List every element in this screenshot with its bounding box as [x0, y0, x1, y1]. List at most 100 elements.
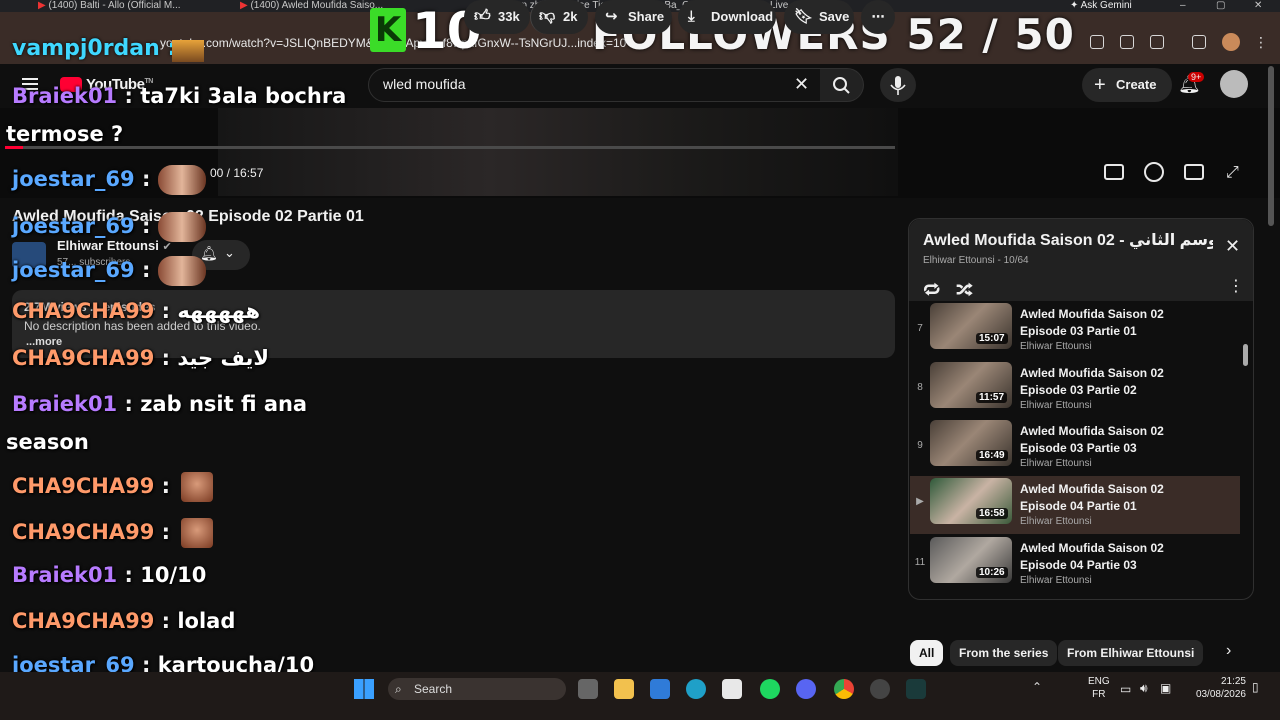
dislike-button[interactable]: 👎︎ 2k: [530, 0, 588, 34]
profile-avatar[interactable]: [1222, 33, 1240, 51]
playlist-item-current[interactable]: ▶ 16:58 Awled Moufida Saison 02 Episode …: [910, 476, 1240, 534]
search-query: wled moufida: [383, 76, 466, 92]
like-button[interactable]: 👍︎ 33k: [464, 0, 530, 34]
close-window-button[interactable]: ✕: [1254, 0, 1264, 12]
ask-gemini-button[interactable]: ✦ Ask Gemini: [1070, 0, 1150, 12]
chat-username: Braiek01: [12, 84, 118, 108]
bookmark-icon: 🔖︎: [794, 8, 814, 25]
chat-username: Braiek01: [12, 563, 118, 587]
mail-icon[interactable]: [650, 679, 670, 699]
playlist-item-channel: Elhiwar Ettounsi: [1020, 516, 1092, 527]
chat-text: لايف جيد: [177, 346, 270, 370]
chat-text: season: [6, 430, 89, 454]
playlist-item-channel: Elhiwar Ettounsi: [1020, 458, 1092, 469]
close-playlist-icon[interactable]: ✕: [1225, 236, 1240, 257]
language-indicator[interactable]: ENG FR: [1088, 675, 1110, 701]
playlist-item-index: 8: [917, 382, 923, 393]
kick-logo-icon: K: [370, 8, 406, 52]
shuffle-icon[interactable]: 🔀︎: [956, 276, 973, 302]
chat-message: Braiek01 : zab nsit fi ana: [12, 392, 308, 416]
tray-chevron-up-icon[interactable]: ⌃: [1032, 680, 1042, 694]
chip-from-channel[interactable]: From Elhiwar Ettounsi: [1058, 640, 1204, 666]
playlist-item[interactable]: 8 11:57 Awled Moufida Saison 02 Episode …: [910, 362, 1240, 420]
file-explorer-icon[interactable]: [614, 679, 634, 699]
more-horizontal-icon: ⋯: [871, 9, 885, 24]
playlist-menu-icon[interactable]: ⋮: [1228, 276, 1244, 296]
fullscreen-icon[interactable]: ⤢: [1226, 164, 1239, 182]
playlist-item[interactable]: 7 15:07 Awled Moufida Saison 02 Episode …: [910, 303, 1240, 361]
more-actions-button[interactable]: ⋯: [861, 0, 895, 34]
chat-emote-icon: [157, 165, 206, 195]
loop-icon[interactable]: 🔁︎: [923, 276, 940, 302]
streamer-name: vampj0rdan :: [12, 36, 177, 61]
clock[interactable]: 21:25 03/08/2026: [1190, 675, 1246, 701]
playlist-item[interactable]: 11 10:26 Awled Moufida Saison 02 Episode…: [910, 537, 1240, 595]
chat-text: هههههه: [177, 299, 261, 323]
minimize-button[interactable]: –: [1180, 0, 1190, 12]
reading-list-icon[interactable]: [1192, 35, 1206, 49]
playlist-scrollbar[interactable]: [1243, 344, 1248, 366]
chrome-menu-icon[interactable]: ⋮: [1254, 34, 1268, 51]
progress-bar[interactable]: [5, 146, 895, 149]
extension-icon[interactable]: [1120, 35, 1134, 49]
search-button[interactable]: [820, 68, 864, 102]
maximize-button[interactable]: ▢: [1216, 0, 1226, 12]
chevron-right-icon[interactable]: ›: [1226, 642, 1231, 660]
start-button-icon[interactable]: [354, 679, 374, 699]
search-icon: ⌕: [395, 682, 402, 696]
thumbs-up-icon: 👍︎: [474, 8, 491, 25]
extension-icon[interactable]: [1090, 35, 1104, 49]
share-button[interactable]: ↪ Share: [595, 0, 672, 34]
voice-search-button[interactable]: [880, 68, 916, 102]
chat-username: CHA9CHA99: [12, 474, 155, 498]
edge-icon[interactable]: [686, 679, 706, 699]
task-view-icon[interactable]: [578, 679, 598, 699]
chat-username: joestar_69: [12, 214, 135, 238]
network-icon[interactable]: ▭: [1120, 682, 1131, 696]
playlist-item-index: 11: [914, 557, 926, 568]
captions-icon[interactable]: [1104, 164, 1124, 180]
chip-from-series[interactable]: From the series: [950, 640, 1058, 666]
chat-message: joestar_69 :: [12, 256, 206, 286]
create-button[interactable]: + Create: [1082, 68, 1172, 102]
playlist-item-index: 7: [917, 323, 923, 334]
video-duration: 15:07: [976, 333, 1008, 344]
store-icon[interactable]: [722, 679, 742, 699]
volume-icon[interactable]: 🔊︎: [1140, 681, 1148, 696]
app-icon[interactable]: [906, 679, 926, 699]
account-avatar[interactable]: [1220, 70, 1248, 98]
chat-message: season: [6, 430, 89, 454]
tab-balti[interactable]: ▶ (1400) Balti - Allo (Official M...: [38, 0, 218, 12]
screen: ▶ (1400) Balti - Allo (Official M... ▶ (…: [0, 0, 1280, 720]
chip-all[interactable]: All: [910, 640, 944, 666]
clear-search-icon[interactable]: ✕: [794, 74, 809, 95]
obs-icon[interactable]: [870, 679, 890, 699]
settings-gear-icon[interactable]: [1144, 162, 1164, 182]
notification-center-icon[interactable]: ▯: [1252, 680, 1259, 694]
taskbar-search[interactable]: ⌕ Search: [388, 678, 566, 700]
save-button[interactable]: 🔖︎ Save: [784, 0, 854, 34]
verified-icon: ✔: [162, 241, 172, 253]
page-scrollbar[interactable]: [1268, 66, 1274, 226]
playlist-item-title: Awled Moufida Saison 02 Episode 04 Parti…: [1020, 482, 1164, 513]
download-label: Download: [711, 9, 774, 24]
playlist-title[interactable]: Awled Moufida Saison 02 - الموسم الثاني: [923, 230, 1213, 250]
download-button[interactable]: ⤓ Download: [678, 0, 776, 34]
clock-time: 21:25: [1220, 676, 1246, 687]
clock-date: 03/08/2026: [1195, 689, 1246, 700]
chat-emote-icon: [181, 518, 214, 548]
chrome-icon[interactable]: [834, 679, 854, 699]
extensions-puzzle-icon[interactable]: [1150, 35, 1164, 49]
language-line-1: ENG: [1088, 676, 1110, 687]
chat-username: CHA9CHA99: [12, 346, 155, 370]
playlist-item[interactable]: 9 16:49 Awled Moufida Saison 02 Episode …: [910, 420, 1240, 478]
playlist-item-title: Awled Moufida Saison 02 Episode 03 Parti…: [1020, 424, 1164, 455]
dislike-count: 2k: [563, 9, 578, 24]
video-duration: 11:57: [976, 392, 1008, 403]
battery-icon[interactable]: ▣: [1160, 681, 1171, 695]
discord-icon[interactable]: [796, 679, 816, 699]
chat-message: CHA9CHA99 :: [12, 472, 214, 502]
chevron-down-icon: ⌄: [224, 245, 235, 260]
theater-mode-icon[interactable]: [1184, 164, 1204, 180]
spotify-icon[interactable]: [760, 679, 780, 699]
